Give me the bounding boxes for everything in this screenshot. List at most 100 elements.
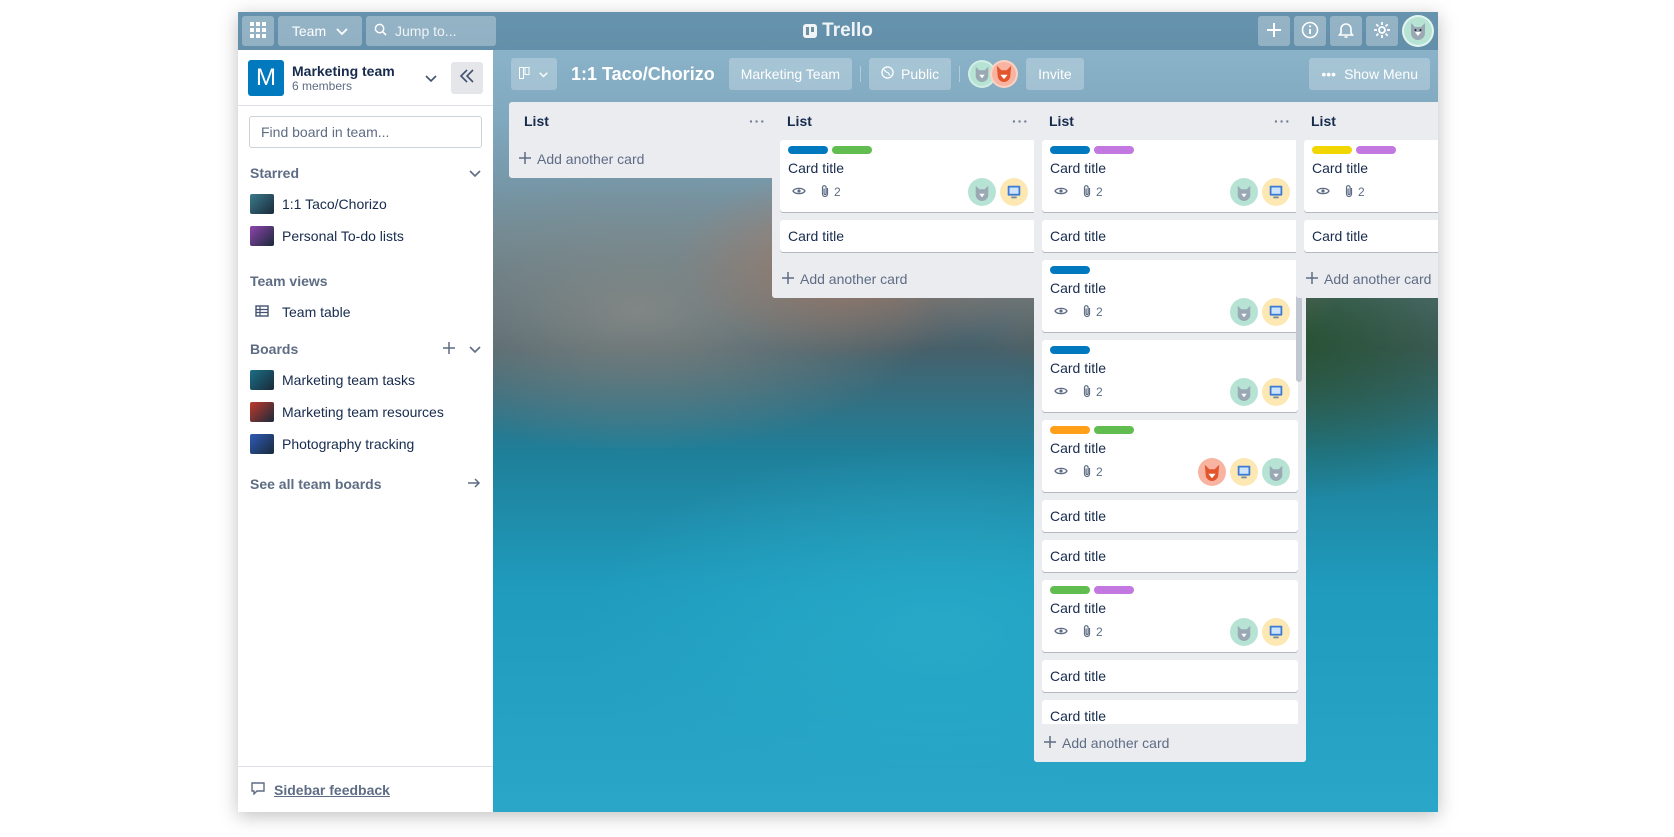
card[interactable]: Card title [1042,700,1298,724]
list-title[interactable]: List [1311,113,1336,129]
card-label[interactable] [1094,426,1134,434]
more-icon[interactable]: ··· [749,113,766,129]
add-another-card-button[interactable]: Add another card [509,140,781,178]
board-thumbnail [250,194,274,214]
info-button[interactable] [1294,16,1326,46]
card-members [1230,618,1290,646]
card[interactable]: Card title [1042,500,1298,532]
member-avatar-comp[interactable] [1000,178,1028,206]
see-all-label: See all team boards [250,476,382,492]
sidebar-item-team-table[interactable]: Team table [238,296,493,328]
member-avatar-husky[interactable] [968,178,996,206]
add-another-card-button[interactable]: Add another card [1296,260,1438,298]
card-label[interactable] [1050,346,1090,354]
sidebar-footer: Sidebar feedback [238,766,493,812]
settings-button[interactable] [1366,16,1398,46]
board-view-switcher[interactable] [511,58,557,90]
card-label[interactable] [1312,146,1352,154]
card[interactable]: Card title 2 [1042,340,1298,412]
list-header[interactable]: List ··· [509,102,781,140]
member-avatar-husky[interactable] [1230,378,1258,406]
create-button[interactable] [1258,16,1290,46]
eye-icon [792,185,806,199]
card[interactable]: Card title 2 [1304,140,1438,212]
card[interactable]: Card title 2 [780,140,1036,212]
team-sidebar: M Marketing team 6 members Find board in… [238,50,493,812]
starred-section-header[interactable]: Starred [238,158,493,188]
card[interactable]: Card title 2 [1042,140,1298,212]
team-badge[interactable]: M [248,59,284,96]
card[interactable]: Card title 2 [1042,260,1298,332]
sidebar-item-team-board[interactable]: Marketing team tasks [238,364,493,396]
chevron-down-icon[interactable] [425,70,437,86]
card[interactable]: Card title [1042,540,1298,572]
sidebar-item-starred-board[interactable]: Personal To-do lists [238,220,493,252]
list-header[interactable]: List··· [1296,102,1438,140]
card-label[interactable] [1050,266,1090,274]
user-avatar[interactable] [1402,15,1434,47]
member-avatar-husky[interactable] [1230,178,1258,206]
chevron-down-icon[interactable] [469,165,481,181]
board-team-button[interactable]: Marketing Team [728,58,853,90]
card[interactable]: Card title 2 [1042,580,1298,652]
jump-to-search[interactable]: Jump to... [366,16,496,46]
card[interactable]: Card title [1042,220,1298,252]
member-avatar-husky[interactable] [1230,298,1258,326]
add-another-card-button[interactable]: Add another card [772,260,1044,298]
member-avatar-husky[interactable] [1262,458,1290,486]
card-label[interactable] [1094,586,1134,594]
plus-icon [1266,22,1282,41]
card-label[interactable] [1356,146,1396,154]
apps-button[interactable] [242,16,274,46]
card-label[interactable] [1094,146,1134,154]
notifications-button[interactable] [1330,16,1362,46]
plus-icon [782,271,794,287]
member-avatar-husky[interactable] [1230,618,1258,646]
member-avatar-comp[interactable] [1262,178,1290,206]
card[interactable]: Card title [780,220,1036,252]
list-title[interactable]: List [787,113,812,129]
list-title[interactable]: List [1049,113,1074,129]
member-avatar-fox[interactable] [990,60,1019,88]
chevron-down-icon[interactable] [469,341,481,357]
member-avatar-comp[interactable] [1262,298,1290,326]
card[interactable]: Card title 2 [1042,420,1298,492]
sidebar-item-team-board[interactable]: Marketing team resources [238,396,493,428]
list-title[interactable]: List [524,113,549,129]
board-thumbnail [250,226,274,246]
member-avatar-fox[interactable] [1198,458,1226,486]
show-menu-button[interactable]: ••• Show Menu [1309,58,1430,90]
list-header[interactable]: List ··· [1034,102,1306,140]
sidebar-item-starred-board[interactable]: 1:1 Taco/Chorizo [238,188,493,220]
sidebar-feedback-link[interactable]: Sidebar feedback [274,782,390,798]
list-header[interactable]: List ··· [772,102,1044,140]
add-board-icon[interactable] [443,341,455,357]
team-switcher-button[interactable]: Team [278,16,362,46]
add-another-card-button[interactable]: Add another card [1034,724,1306,762]
see-all-team-boards-link[interactable]: See all team boards [238,466,493,502]
card-label[interactable] [1050,426,1090,434]
list-column: List ··· Add another card [509,102,781,178]
member-avatar-comp[interactable] [1262,378,1290,406]
card-label[interactable] [1050,586,1090,594]
card[interactable]: Card title [1304,220,1438,252]
more-icon[interactable]: ··· [1274,113,1291,129]
collapse-sidebar-button[interactable] [451,61,483,94]
member-avatar-comp[interactable] [1262,618,1290,646]
card-label[interactable] [1050,146,1090,154]
eye-icon [1054,625,1068,639]
invite-button[interactable]: Invite [1026,58,1084,90]
card-label[interactable] [832,146,872,154]
card-badges: 2 [1050,458,1290,486]
header-divider [860,66,862,82]
card-label[interactable] [788,146,828,154]
board-title[interactable]: 1:1 Taco/Chorizo [565,64,721,85]
more-icon[interactable]: ··· [1012,113,1029,129]
member-avatar-comp[interactable] [1230,458,1258,486]
sidebar-item-team-board[interactable]: Photography tracking [238,428,493,460]
visibility-button[interactable]: Public [869,58,952,90]
card[interactable]: Card title [1042,660,1298,692]
paperclip-icon [1082,624,1092,641]
team-info[interactable]: Marketing team 6 members [292,63,425,93]
find-board-input[interactable]: Find board in team... [249,116,482,148]
